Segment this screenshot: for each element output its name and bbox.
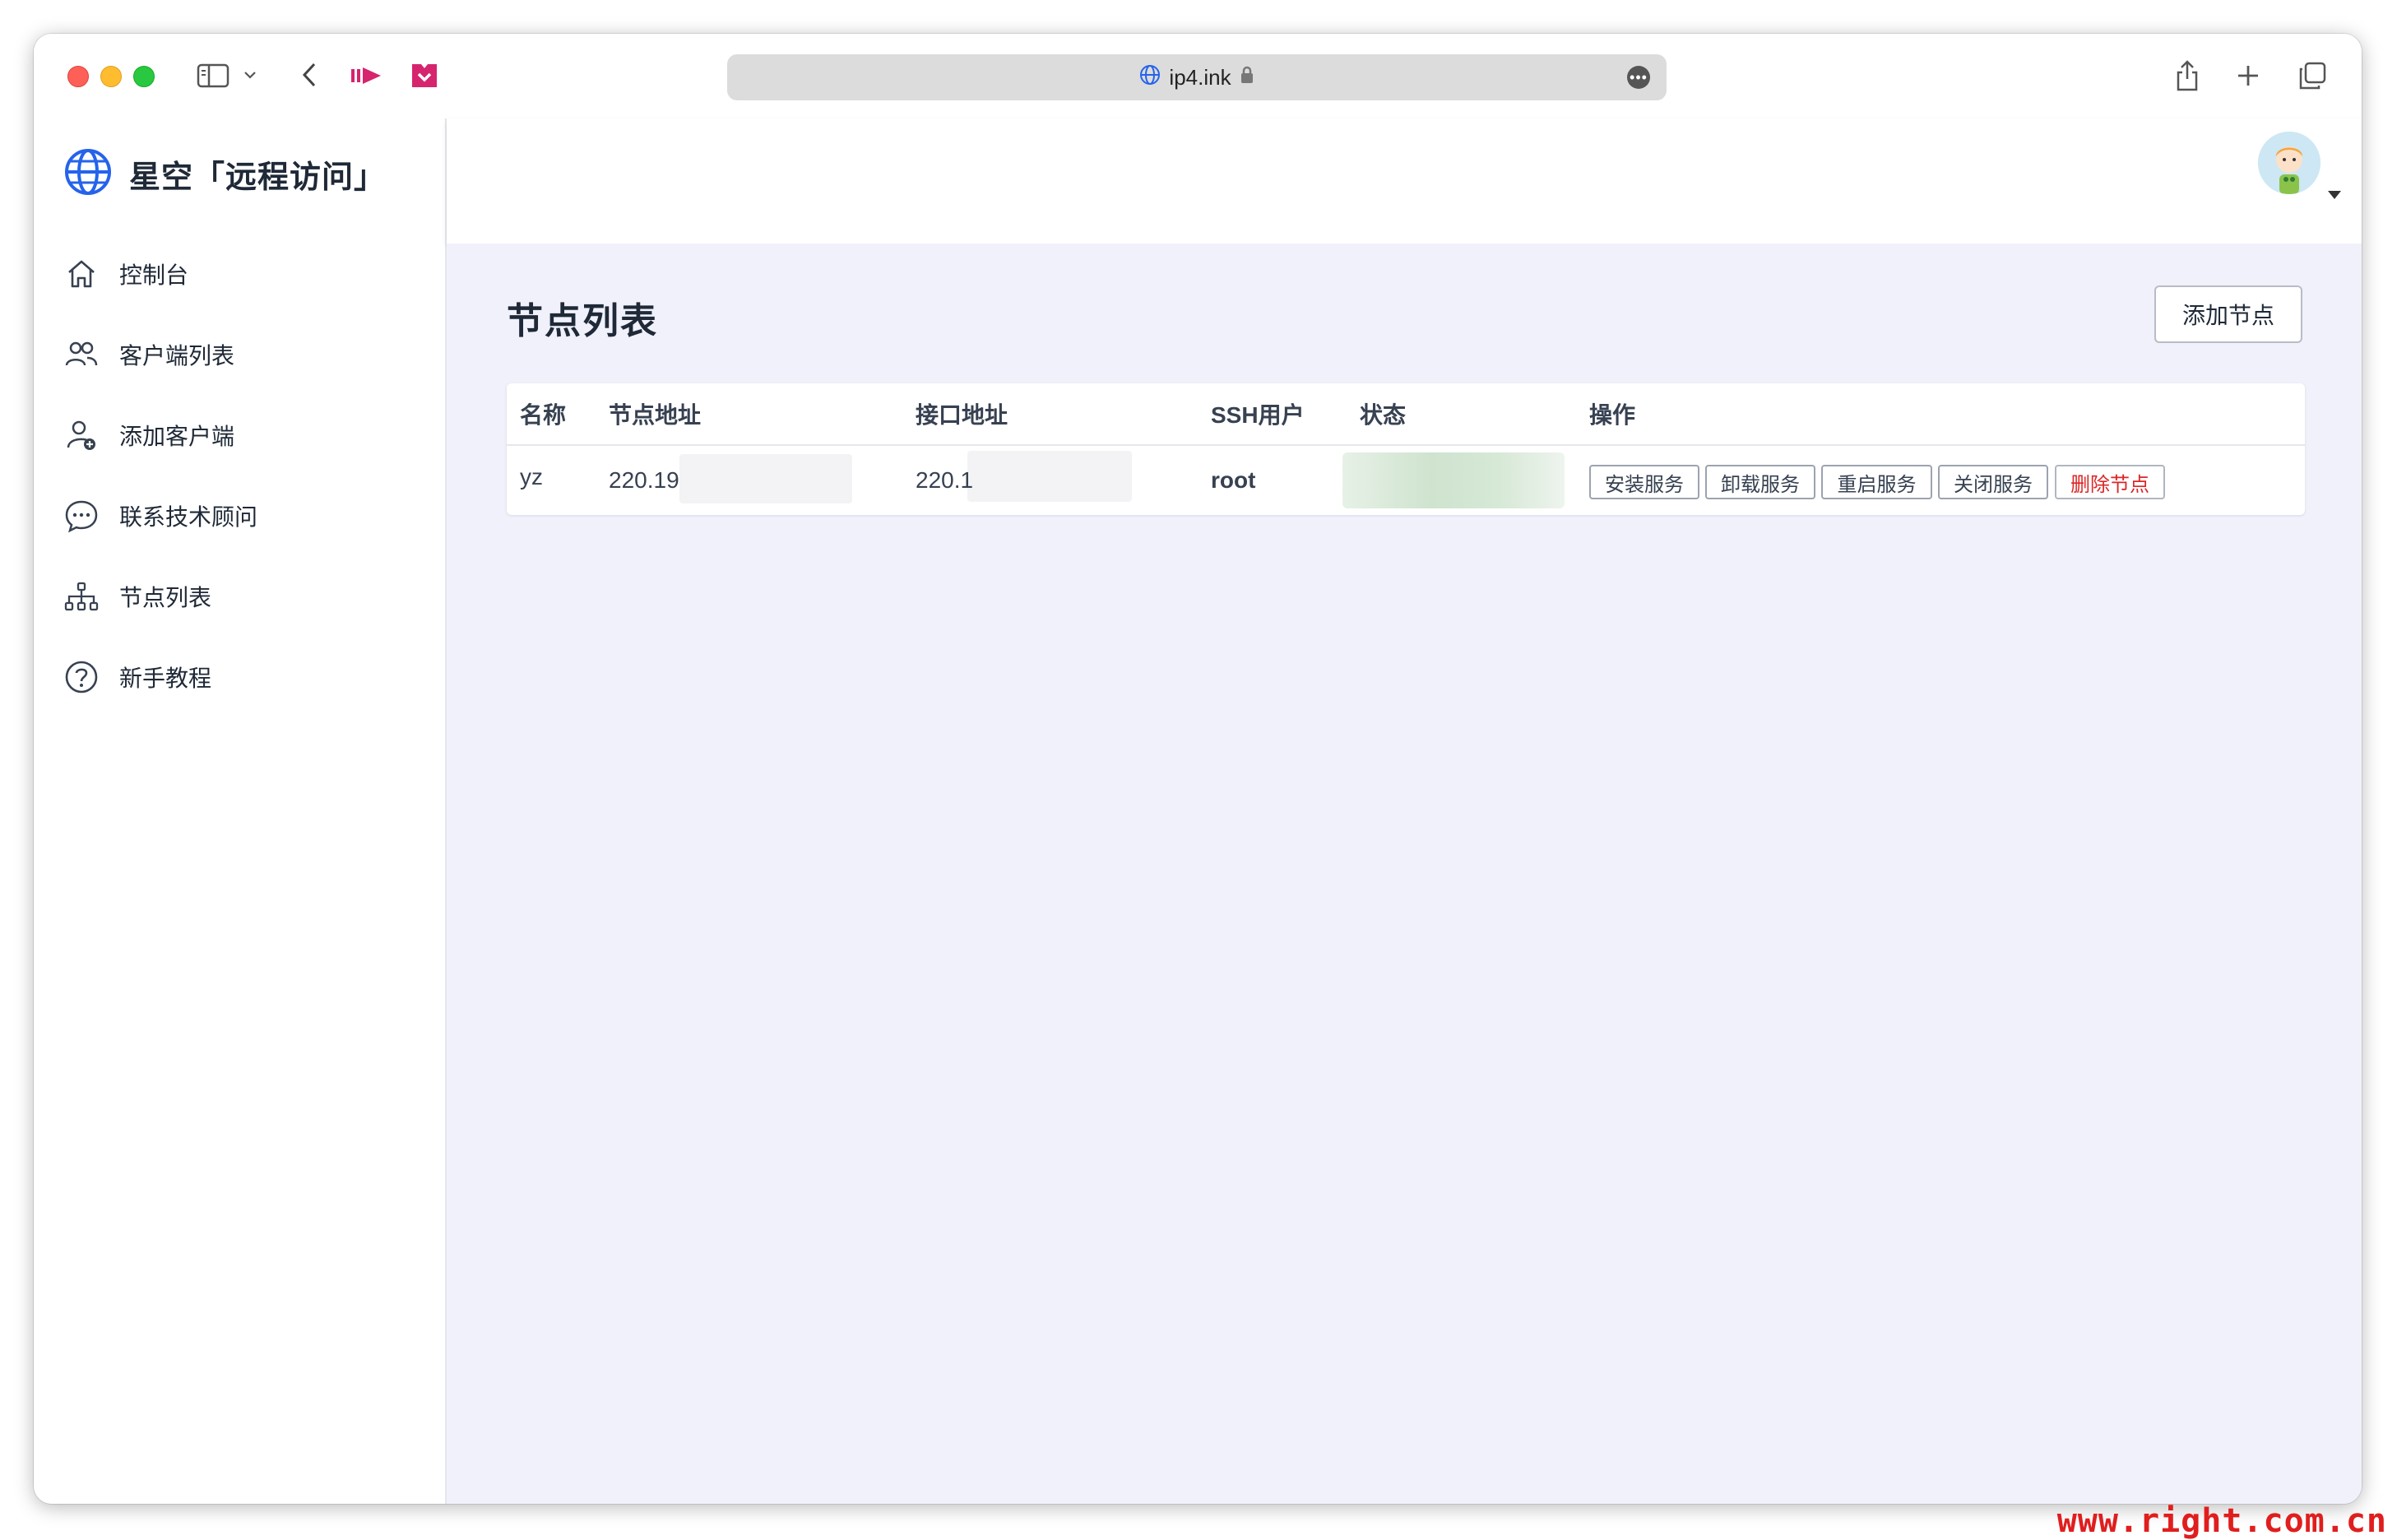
restart-service-button[interactable]: 重启服务 — [1821, 465, 1932, 499]
column-header-name[interactable]: 名称 — [520, 383, 566, 444]
page-title: 节点列表 — [507, 301, 658, 341]
extension-pocket-icon[interactable] — [409, 60, 440, 91]
column-header-node-address[interactable]: 节点地址 — [609, 383, 701, 444]
stop-service-button[interactable]: 关闭服务 — [1938, 465, 2048, 499]
sidebar-item-add-client[interactable]: 添加客户端 — [34, 395, 445, 475]
ssh-user-cell: root — [1211, 467, 1256, 493]
sidebar: 星空「远程访问」 控制台 客户端列表 添加客户端 联系技术顾问 节点列表 新手教… — [34, 118, 447, 1504]
sidebar-item-tutorial[interactable]: 新手教程 — [34, 637, 445, 717]
globe-icon — [1139, 64, 1161, 91]
share-icon[interactable] — [2172, 58, 2202, 94]
new-tab-plus-icon[interactable] — [2233, 61, 2263, 90]
help-icon — [63, 659, 100, 695]
tab-overview-icon[interactable] — [2296, 60, 2329, 91]
node-table: 名称 节点地址 接口地址 SSH用户 状态 操作 yz 220.19 220.1… — [507, 383, 2305, 515]
node-address-cell: 220.19 — [609, 467, 679, 493]
top-header — [447, 118, 2362, 244]
column-header-actions: 操作 — [1589, 402, 1636, 428]
main-content: 节点列表 添加节点 名称 节点地址 接口地址 SSH用户 状态 操作 yz 22… — [447, 244, 2362, 1504]
column-header-status[interactable]: 状态 — [1360, 383, 1406, 444]
brand[interactable]: 星空「远程访问」 — [63, 147, 386, 201]
watermark-text: www.right.com.cn — [2056, 1502, 2387, 1540]
back-arrow-icon[interactable] — [297, 60, 322, 90]
add-node-button[interactable]: 添加节点 — [2154, 285, 2302, 343]
sidebar-item-label: 新手教程 — [119, 666, 212, 691]
sidebar-item-label: 添加客户端 — [119, 424, 235, 449]
url-text: ip4.ink — [1169, 64, 1231, 90]
extension-play-icon[interactable] — [348, 62, 384, 90]
redacted-node-address — [679, 454, 852, 503]
sidebar-item-label: 客户端列表 — [119, 343, 235, 369]
globe-logo-icon — [63, 147, 113, 201]
users-icon — [63, 336, 100, 373]
user-add-icon — [63, 417, 100, 453]
chat-icon — [63, 498, 100, 534]
status-badge-redacted — [1342, 452, 1565, 508]
brand-title: 星空「远程访问」 — [129, 160, 387, 195]
zoom-window-button[interactable] — [133, 66, 155, 87]
sidebar-item-node-list[interactable]: 节点列表 — [34, 556, 445, 637]
avatar-dropdown-caret-icon[interactable] — [2328, 191, 2341, 199]
sidebar-item-label: 联系技术顾问 — [119, 504, 258, 530]
sidebar-nav: 控制台 客户端列表 添加客户端 联系技术顾问 节点列表 新手教程 — [34, 234, 445, 717]
install-service-button[interactable]: 安装服务 — [1589, 465, 1699, 499]
user-avatar[interactable] — [2258, 132, 2320, 194]
more-options-icon[interactable]: ••• — [1627, 66, 1650, 89]
lock-icon — [1240, 65, 1254, 90]
sidebar-item-clients[interactable]: 客户端列表 — [34, 314, 445, 395]
sidebar-item-contact-advisor[interactable]: 联系技术顾问 — [34, 475, 445, 556]
sidebar-item-dashboard[interactable]: 控制台 — [34, 234, 445, 314]
delete-node-button[interactable]: 删除节点 — [2055, 465, 2165, 499]
redacted-api-address — [967, 451, 1132, 502]
sidebar-item-label: 控制台 — [119, 262, 189, 288]
minimize-window-button[interactable] — [100, 66, 122, 87]
close-window-button[interactable] — [67, 66, 89, 87]
chevron-down-icon[interactable] — [242, 67, 258, 83]
address-bar[interactable]: ip4.ink ••• — [727, 54, 1667, 100]
sidebar-item-label: 节点列表 — [119, 585, 212, 610]
network-icon — [63, 578, 100, 615]
column-header-api-address[interactable]: 接口地址 — [916, 383, 1008, 444]
browser-toolbar: ip4.ink ••• — [34, 34, 2362, 118]
home-icon — [63, 256, 100, 292]
sidebar-toggle-icon[interactable] — [195, 62, 231, 90]
column-header-ssh-user[interactable]: SSH用户 — [1211, 383, 1305, 444]
browser-window: ip4.ink ••• 星空「远程访问」 控制台 客户端列表 添加客户端 联系技… — [34, 34, 2362, 1504]
table-row: yz 220.19 220.1 root 安装服务 卸载服务 重启服务 关闭服务… — [507, 446, 2305, 515]
table-header-row: 名称 节点地址 接口地址 SSH用户 状态 操作 — [507, 383, 2305, 446]
node-name-cell: yz — [520, 464, 543, 489]
uninstall-service-button[interactable]: 卸载服务 — [1705, 465, 1815, 499]
api-address-cell: 220.1 — [916, 467, 974, 493]
